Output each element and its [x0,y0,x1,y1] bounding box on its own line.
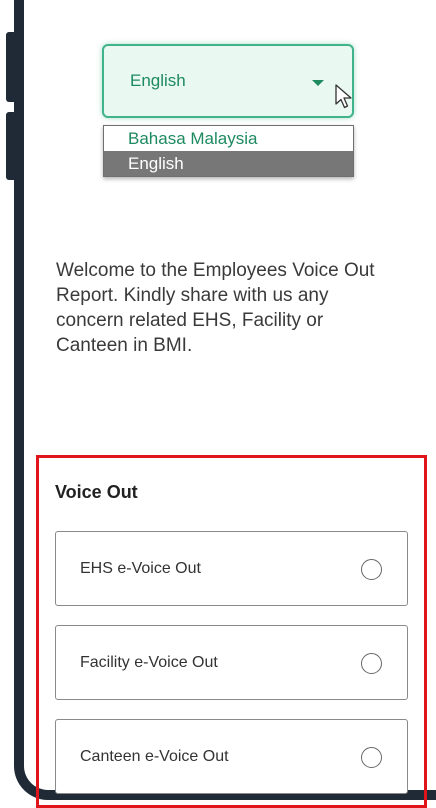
language-option-english[interactable]: English [104,151,353,176]
language-select[interactable]: English [102,44,354,118]
option-label: Facility e-Voice Out [80,653,218,671]
voice-out-title: Voice Out [55,482,138,502]
language-options-list: Bahasa Malaysia English [103,125,354,177]
radio-unchecked-icon[interactable] [361,559,382,580]
option-label: EHS e-Voice Out [80,559,201,577]
radio-unchecked-icon[interactable] [361,653,382,674]
mouse-cursor-icon [335,84,352,109]
option-ehs-voice-out[interactable]: EHS e-Voice Out [55,531,408,606]
language-selected-value: English [130,71,186,90]
caret-down-icon[interactable] [312,80,324,86]
language-option-bahasa-malaysia[interactable]: Bahasa Malaysia [104,126,353,151]
welcome-message: Welcome to the Employees Voice Out Repor… [56,260,375,356]
option-facility-voice-out[interactable]: Facility e-Voice Out [55,625,408,700]
option-label: Canteen e-Voice Out [80,747,229,765]
radio-unchecked-icon[interactable] [361,747,382,768]
screen: English Bahasa Malaysia English Welcome … [0,0,436,808]
option-canteen-voice-out[interactable]: Canteen e-Voice Out [55,719,408,794]
